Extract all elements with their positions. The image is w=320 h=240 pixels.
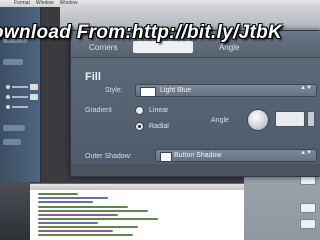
panel-row: [3, 139, 21, 145]
corners-label: Corners: [89, 43, 118, 52]
radio-icon[interactable]: [6, 105, 10, 109]
outer-shadow-label: Outer Shadow:: [85, 153, 132, 160]
stepper-field[interactable]: [30, 94, 38, 100]
panel-row: [12, 106, 28, 108]
toggle-button[interactable]: [300, 203, 316, 213]
menu-item-format[interactable]: Format: [14, 0, 30, 7]
panel-row: [3, 125, 25, 131]
bottom-left-dock: [0, 182, 30, 240]
code-line: [38, 197, 108, 199]
gradient-angle-label: Angle: [211, 117, 229, 124]
color-swatch: [140, 87, 156, 97]
code-line: [38, 222, 98, 224]
code-line: [38, 230, 113, 232]
radio-linear[interactable]: [135, 106, 144, 115]
radio-radial[interactable]: [135, 122, 144, 131]
outer-shadow-value: Button Shadow: [174, 152, 222, 159]
outer-shadow-select[interactable]: Button Shadow ▲▼: [155, 149, 317, 162]
fill-section-title: Fill: [85, 71, 101, 83]
shadow-swatch: [160, 152, 172, 162]
angle-field[interactable]: [275, 111, 305, 127]
chevron-updown-icon: ▲▼: [300, 150, 312, 156]
stepper-field[interactable]: [30, 84, 38, 90]
angle-stepper[interactable]: [307, 111, 315, 127]
editor-tab-bar: [30, 184, 244, 190]
radio-icon[interactable]: [6, 85, 10, 89]
code-line: [38, 214, 118, 216]
code-line: [38, 226, 138, 228]
screen: Format Window Window Corners Angle Fill: [0, 0, 320, 240]
code-line: [38, 210, 148, 212]
watermark-banner: ownload From:http://bit.ly/JtbK: [0, 22, 283, 43]
angle-knob[interactable]: [247, 109, 269, 131]
panel-row: [12, 96, 28, 98]
code-line: [38, 234, 133, 236]
style-value: Light Blue: [160, 87, 192, 94]
code-line: [38, 201, 93, 203]
radio-linear-label: Linear: [149, 107, 169, 114]
code-line: [38, 206, 128, 208]
menu-item-window-2[interactable]: Window: [60, 0, 78, 7]
fill-inspector-panel: Corners Angle Fill Style: Light Blue ▲▼ …: [70, 30, 320, 177]
toggle-button[interactable]: [300, 219, 316, 229]
corners-angle-label: Angle: [219, 43, 240, 52]
gradient-label: Gradient: [85, 107, 112, 114]
radio-radial-label: Radial: [149, 123, 169, 130]
menu-bar: Format Window Window: [0, 0, 320, 7]
style-label: Style:: [105, 87, 123, 94]
style-select[interactable]: Light Blue ▲▼: [135, 84, 317, 97]
code-editor[interactable]: [30, 183, 244, 240]
panel-row: [12, 86, 28, 88]
panel-footer: [71, 164, 320, 176]
code-line: [38, 218, 158, 220]
menu-item-window[interactable]: Window: [36, 0, 54, 7]
panel-row: [3, 59, 23, 65]
radio-icon[interactable]: [6, 95, 10, 99]
code-line: [38, 193, 78, 195]
chevron-updown-icon: ▲▼: [300, 85, 312, 91]
